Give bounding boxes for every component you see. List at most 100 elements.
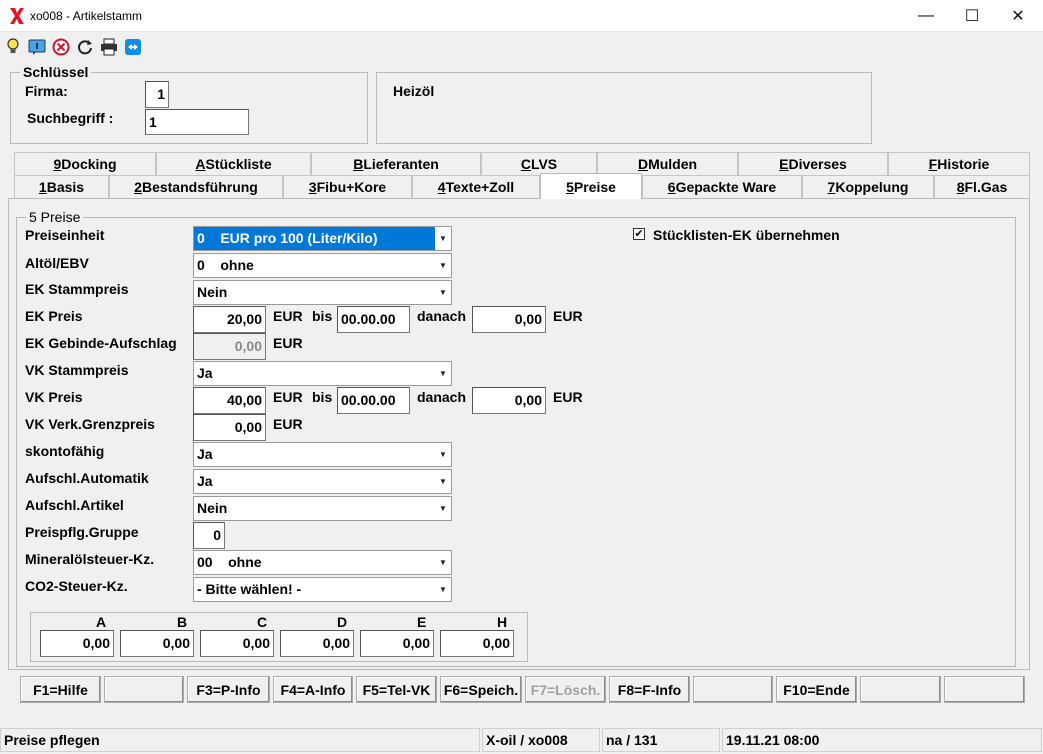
status-user: na / 131: [602, 728, 720, 752]
vk-bis-date-field[interactable]: 00.00.00: [337, 387, 410, 414]
ek-preis-label: EK Preis: [25, 308, 83, 324]
co2-dropdown[interactable]: - Bitte wählen! - ▼: [193, 577, 452, 602]
preiseinheit-dropdown[interactable]: 0 EUR pro 100 (Liter/Kilo) ▼: [193, 226, 452, 251]
mineral-value: 00 ohne: [197, 554, 262, 570]
firma-field[interactable]: 1: [145, 81, 169, 108]
aufschl-auto-dropdown[interactable]: Ja ▼: [193, 469, 452, 494]
price-col-a-field[interactable]: 0,00: [40, 630, 114, 657]
title-bar: xo008 - Artikelstamm — ☐ ✕: [0, 0, 1043, 32]
chevron-down-icon[interactable]: ▼: [435, 254, 451, 277]
tab-diverses[interactable]: E Diverses: [738, 152, 888, 175]
tab-historie[interactable]: F Historie: [888, 152, 1030, 175]
close-icon: ✕: [1011, 8, 1025, 25]
close-button[interactable]: ✕: [995, 0, 1041, 32]
mineral-dropdown[interactable]: 00 ohne ▼: [193, 550, 452, 575]
f10-exit-button[interactable]: F10=Ende: [776, 676, 857, 703]
status-system: X-oil / xo008: [482, 728, 600, 752]
vk-grenz-currency: EUR: [273, 416, 303, 432]
chevron-down-icon[interactable]: ▼: [435, 362, 451, 385]
f2-empty-button[interactable]: [104, 676, 184, 703]
chevron-down-icon[interactable]: ▼: [435, 497, 451, 520]
price-col-c-field[interactable]: 0,00: [200, 630, 274, 657]
lightbulb-icon[interactable]: [4, 38, 22, 56]
ek-bis-date-field[interactable]: 00.00.00: [337, 306, 410, 333]
tab-koppelung[interactable]: 7 Koppelung: [802, 175, 934, 198]
cancel-icon[interactable]: [52, 38, 70, 56]
chevron-down-icon[interactable]: ▼: [435, 281, 451, 304]
vk-currency: EUR: [273, 389, 303, 405]
chevron-down-icon[interactable]: ▼: [435, 443, 451, 466]
skonto-label: skontofähig: [25, 443, 105, 459]
tab-basis[interactable]: 1 Basis: [14, 175, 109, 198]
altoel-value: 0 ohne: [197, 257, 254, 273]
f6-save-button[interactable]: F6=Speich.: [440, 676, 522, 703]
preispflg-field[interactable]: 0: [193, 522, 225, 549]
tab-fl-gas[interactable]: 8 Fl.Gas: [934, 175, 1030, 198]
altoel-label: Altöl/EBV: [25, 255, 89, 271]
tab-texte-zoll[interactable]: 4 Texte+Zoll: [412, 175, 540, 198]
tab-docking[interactable]: 9 Docking: [14, 152, 156, 175]
suchbegriff-field[interactable]: 1: [145, 109, 249, 135]
f9-empty-button[interactable]: [693, 676, 773, 703]
checkmark-icon: ✔: [634, 228, 644, 240]
f8-f-info-button[interactable]: F8=F-Info: [609, 676, 690, 703]
f7-delete-button: F7=Lösch.: [525, 676, 606, 703]
key-group-title: Schlüssel: [20, 64, 92, 80]
f4-a-info-button[interactable]: F4=A-Info: [273, 676, 353, 703]
refresh-icon[interactable]: [76, 38, 94, 56]
ek-stammpreis-dropdown[interactable]: Nein ▼: [193, 280, 452, 305]
f12-empty-button[interactable]: [944, 676, 1025, 703]
suchbegriff-label: Suchbegriff :: [27, 110, 114, 126]
tab-gepackte-ware[interactable]: 6 Gepackte Ware: [642, 175, 802, 198]
chevron-down-icon[interactable]: ▼: [435, 578, 451, 601]
ek-bis-label: bis: [312, 308, 333, 324]
price-col-h-label: H: [497, 614, 508, 630]
mineral-label: Mineralölsteuer-Kz.: [25, 551, 155, 567]
aufschl-auto-value: Ja: [197, 473, 213, 489]
tab-stueckliste[interactable]: A Stückliste: [156, 152, 311, 175]
stueckliste-checkbox[interactable]: ✔: [633, 228, 645, 240]
vk-grenz-field[interactable]: 0,00: [193, 414, 266, 441]
price-col-d-field[interactable]: 0,00: [280, 630, 354, 657]
skonto-dropdown[interactable]: Ja ▼: [193, 442, 452, 467]
tab-mulden[interactable]: D Mulden: [597, 152, 738, 175]
info-icon[interactable]: [28, 38, 46, 56]
vk-grenz-label: VK Verk.Grenzpreis: [25, 416, 155, 432]
chevron-down-icon[interactable]: ▼: [435, 227, 451, 250]
price-col-h-field[interactable]: 0,00: [440, 630, 514, 657]
print-icon[interactable]: [100, 38, 118, 56]
tab-lvs[interactable]: C LVS: [481, 152, 597, 175]
aufschl-artikel-value: Nein: [197, 500, 228, 516]
ek-preis-field[interactable]: 20,00: [193, 306, 266, 333]
tab-bestandsfuehrung[interactable]: 2 Bestandsführung: [109, 175, 283, 198]
price-col-e-field[interactable]: 0,00: [360, 630, 434, 657]
vk-preis-label: VK Preis: [25, 389, 83, 405]
maximize-button[interactable]: ☐: [949, 0, 995, 32]
vk-preis-field[interactable]: 40,00: [193, 387, 266, 414]
f5-tel-vk-button[interactable]: F5=Tel-VK: [356, 676, 437, 703]
altoel-dropdown[interactable]: 0 ohne ▼: [193, 253, 452, 278]
status-datetime: 19.11.21 08:00: [722, 728, 1042, 752]
description-box: [376, 72, 872, 144]
tab-fibu-kore[interactable]: 3 Fibu+Kore: [283, 175, 412, 198]
aufschl-artikel-dropdown[interactable]: Nein ▼: [193, 496, 452, 521]
teamviewer-icon[interactable]: [124, 38, 142, 56]
price-col-b-field[interactable]: 0,00: [120, 630, 194, 657]
vk-stammpreis-dropdown[interactable]: Ja ▼: [193, 361, 452, 386]
ek-danach-field[interactable]: 0,00: [472, 306, 546, 333]
tab-preise[interactable]: 5 Preise: [540, 173, 642, 199]
minimize-button[interactable]: —: [903, 0, 949, 32]
toolbar: [0, 32, 1043, 60]
f1-help-button[interactable]: F1=Hilfe: [20, 676, 101, 703]
ek-gebinde-label: EK Gebinde-Aufschlag: [25, 335, 177, 351]
price-col-d-label: D: [337, 614, 348, 630]
vk-danach-field[interactable]: 0,00: [472, 387, 546, 414]
app-logo-icon: [10, 8, 24, 24]
f3-p-info-button[interactable]: F3=P-Info: [187, 676, 270, 703]
chevron-down-icon[interactable]: ▼: [435, 470, 451, 493]
tab-lieferanten[interactable]: B Lieferanten: [311, 152, 481, 175]
article-description: Heizöl: [393, 83, 435, 99]
f11-empty-button[interactable]: [860, 676, 941, 703]
chevron-down-icon[interactable]: ▼: [435, 551, 451, 574]
co2-value: - Bitte wählen! -: [197, 581, 302, 597]
